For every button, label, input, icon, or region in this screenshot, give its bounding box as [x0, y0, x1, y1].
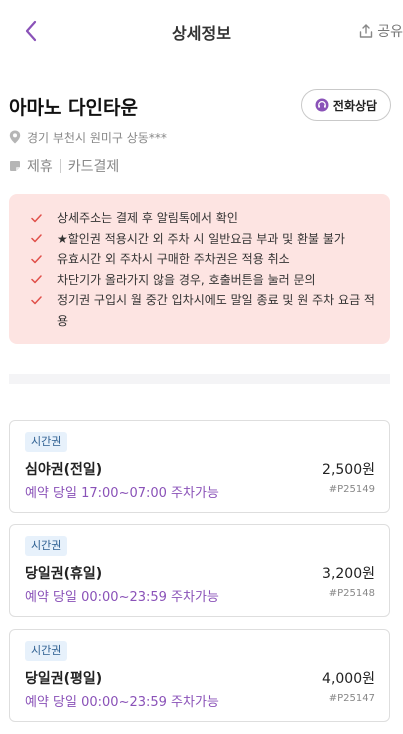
ticket-price: 2,500원	[322, 462, 375, 478]
ticket-card[interactable]: 시간권 당일권(휴일) 3,200원 예약 당일 00:00~23:59 주차가…	[9, 524, 390, 617]
tag-divider	[59, 159, 61, 173]
tag-card-payment: 카드결제	[67, 159, 120, 175]
tag-row: 제휴 카드결제	[9, 156, 119, 176]
notice-item: ★할인권 적용시간 외 주차 시 일반요금 부과 및 환불 불가	[31, 229, 378, 250]
page-title: 상세정보	[172, 24, 231, 43]
call-consult-button[interactable]: 전화상담	[301, 89, 391, 121]
check-icon	[31, 290, 43, 310]
notice-box: 상세주소는 결제 후 알림톡에서 확인 ★할인권 적용시간 외 주차 시 일반요…	[9, 194, 390, 344]
ticket-card[interactable]: 시간권 당일권(평일) 4,000원 예약 당일 00:00~23:59 주차가…	[9, 629, 390, 722]
section-divider	[9, 374, 390, 384]
ticket-availability: 예약 당일 17:00~07:00 주차가능	[25, 486, 219, 501]
check-icon	[31, 208, 43, 228]
notice-text: 상세주소는 결제 후 알림톡에서 확인	[57, 211, 238, 225]
ticket-name: 당일권(평일)	[25, 671, 103, 687]
call-consult-label: 전화상담	[332, 98, 378, 113]
notice-item: 정기권 구입시 월 중간 입차시에도 말일 종료 및 원 주차 요금 적용	[31, 290, 378, 331]
ticket-availability: 예약 당일 00:00~23:59 주차가능	[25, 590, 219, 605]
ticket-card[interactable]: 시간권 심야권(전일) 2,500원 예약 당일 17:00~07:00 주차가…	[9, 420, 390, 513]
ticket-name: 심야권(전일)	[25, 462, 103, 478]
location-pin-icon	[9, 130, 21, 144]
address-row: 경기 부천시 원미구 상동***	[9, 128, 167, 146]
place-name: 아마노 다인타운	[9, 97, 138, 119]
ticket-tag-icon	[10, 161, 20, 171]
notice-item: 상세주소는 결제 후 알림톡에서 확인	[31, 208, 378, 229]
notice-text: 차단기가 올라가지 않을 경우, 호출버튼을 눌러 문의	[57, 272, 316, 287]
notice-text: ★할인권 적용시간 외 주차 시 일반요금 부과 및 환불 불가	[57, 231, 345, 246]
ticket-type-badge: 시간권	[25, 432, 68, 452]
ticket-price: 3,200원	[322, 566, 375, 582]
ticket-type-badge: 시간권	[25, 536, 68, 556]
notice-text: 유효시간 외 주차시 구매한 주차권은 적용 취소	[57, 252, 290, 266]
check-icon	[31, 249, 43, 269]
ticket-code: #P25147	[328, 693, 375, 704]
notice-item: 유효시간 외 주차시 구매한 주차권은 적용 취소	[31, 249, 378, 270]
share-upload-icon	[360, 24, 373, 38]
ticket-code: #P25149	[328, 484, 375, 495]
ticket-price: 4,000원	[322, 671, 375, 687]
share-button[interactable]: 공유	[358, 19, 403, 43]
tag-affiliate: 제휴	[27, 159, 53, 175]
notice-item: 차단기가 올라가지 않을 경우, 호출버튼을 눌러 문의	[31, 270, 378, 291]
place-header: 아마노 다인타운 전화상담	[9, 88, 391, 124]
share-label: 공유	[377, 24, 403, 40]
check-icon	[31, 270, 43, 290]
address-text: 경기 부천시 원미구 상동***	[27, 130, 167, 145]
ticket-availability: 예약 당일 00:00~23:59 주차가능	[25, 695, 219, 710]
ticket-code: #P25148	[328, 588, 375, 599]
headset-icon	[315, 98, 329, 112]
top-bar: 상세정보 공유	[0, 0, 403, 62]
check-icon	[31, 229, 43, 249]
notice-text: 정기권 구입시 월 중간 입차시에도 말일 종료 및 원 주차 요금 적용	[57, 293, 375, 328]
ticket-type-badge: 시간권	[25, 641, 68, 661]
ticket-name: 당일권(휴일)	[25, 566, 103, 582]
